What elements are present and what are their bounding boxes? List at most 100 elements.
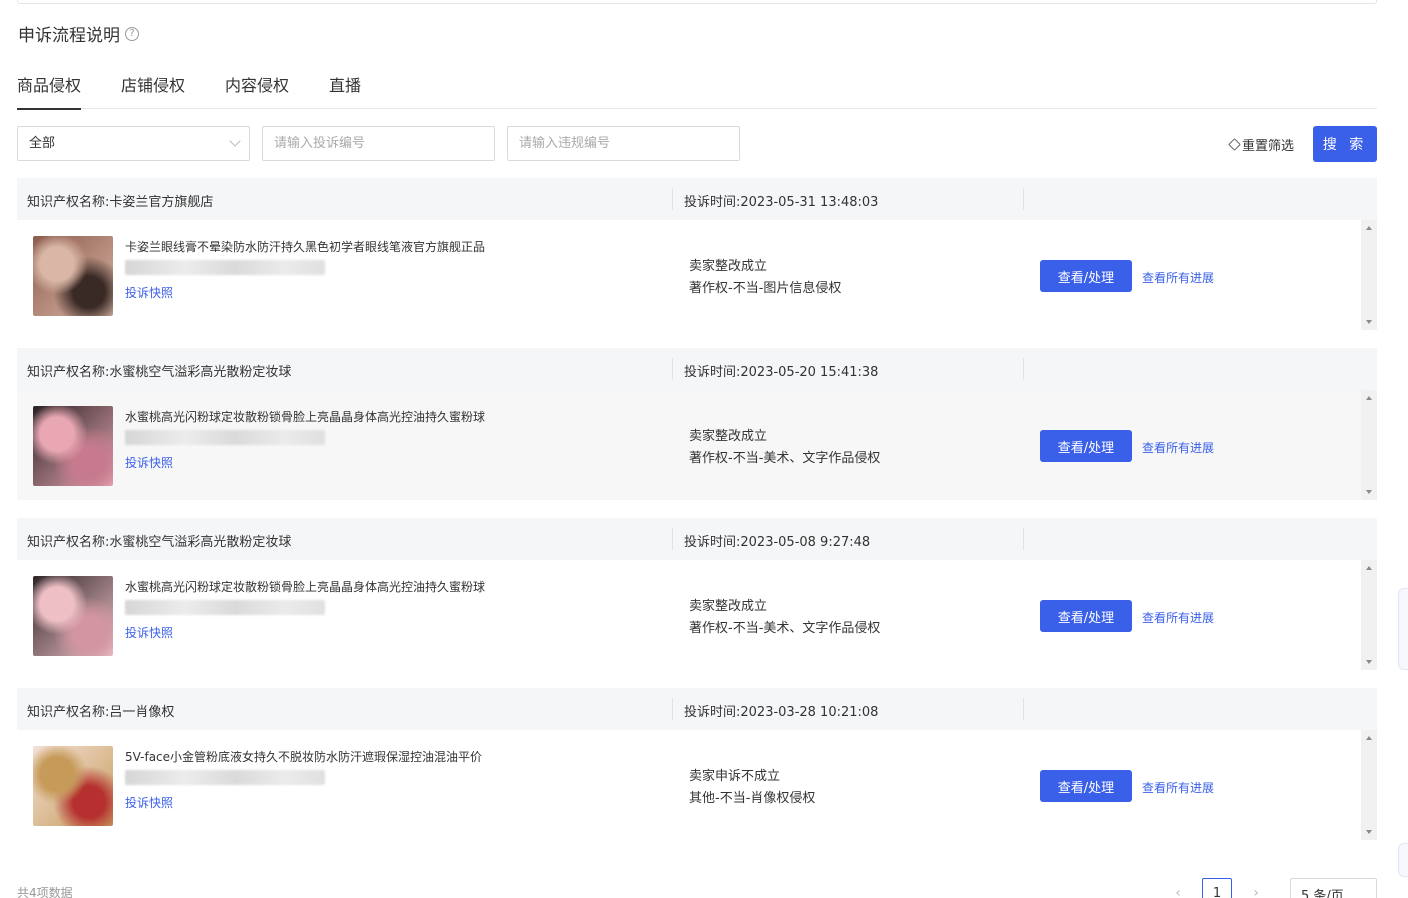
reset-filter-button[interactable]: 重置筛选 xyxy=(1228,135,1295,154)
page-number-current[interactable]: 1 xyxy=(1202,878,1232,898)
header-divider xyxy=(1023,528,1024,550)
scroll-up-icon[interactable] xyxy=(1366,396,1372,400)
complaint-number-input[interactable] xyxy=(262,126,495,161)
scroll-down-icon[interactable] xyxy=(1366,830,1372,834)
complaint-snapshot-link[interactable]: 投诉快照 xyxy=(125,624,173,641)
scroll-up-icon[interactable] xyxy=(1366,226,1372,230)
total-count: 共4项数据 xyxy=(17,886,73,898)
complaint-time: 投诉时间:2023-05-31 13:48:03 xyxy=(684,195,879,210)
product-thumbnail[interactable] xyxy=(33,236,113,316)
record-header: 知识产权名称:卡姿兰官方旗舰店 投诉时间:2023-05-31 13:48:03 xyxy=(17,178,1377,220)
violation-reason: 著作权-不当-美术、文字作品侵权 xyxy=(689,621,881,636)
record-body: 卡姿兰眼线膏不晕染防水防汗持久黑色初学者眼线笔液官方旗舰正品 投诉快照 卖家整改成立… xyxy=(17,220,1377,330)
complaint-snapshot-link[interactable]: 投诉快照 xyxy=(125,794,173,811)
violation-reason: 其他-不当-肖像权侵权 xyxy=(689,791,816,806)
complaint-time: 投诉时间:2023-05-20 15:41:38 xyxy=(684,365,879,380)
redacted-info xyxy=(125,600,325,615)
status-text: 卖家申诉不成立 xyxy=(689,769,781,784)
record-status: 卖家整改成立著作权-不当-美术、文字作品侵权 xyxy=(689,426,880,470)
complaint-snapshot-link[interactable]: 投诉快照 xyxy=(125,284,173,301)
view-all-progress-link[interactable]: 查看所有进展 xyxy=(1142,269,1214,286)
ip-name: 知识产权名称:水蜜桃空气溢彩高光散粉定妆球 xyxy=(27,535,292,550)
product-title[interactable]: 5V-face小金管粉底液女持久不脱妆防水防汗遮瑕保湿控油混油平价 xyxy=(125,748,482,765)
violation-number-input[interactable] xyxy=(507,126,740,161)
redacted-info xyxy=(125,770,325,785)
page-size-select[interactable]: 5 条/页 xyxy=(1290,878,1377,898)
scroll-down-icon[interactable] xyxy=(1366,660,1372,664)
side-float-tab[interactable] xyxy=(1398,588,1408,670)
header-divider xyxy=(1023,358,1024,380)
record-scrollbar[interactable] xyxy=(1361,390,1377,500)
complaint-record: 知识产权名称:水蜜桃空气溢彩高光散粉定妆球 投诉时间:2023-05-08 9:2… xyxy=(17,518,1377,670)
ip-name: 知识产权名称:水蜜桃空气溢彩高光散粉定妆球 xyxy=(27,365,292,380)
violation-reason: 著作权-不当-美术、文字作品侵权 xyxy=(689,451,881,466)
page-title-text: 申诉流程说明 xyxy=(18,26,120,46)
record-status: 卖家整改成立著作权-不当-美术、文字作品侵权 xyxy=(689,596,880,640)
record-header: 知识产权名称:水蜜桃空气溢彩高光散粉定妆球 投诉时间:2023-05-08 9:2… xyxy=(17,518,1377,560)
next-page-button[interactable]: › xyxy=(1246,878,1266,898)
help-circle-icon[interactable]: ? xyxy=(125,26,139,41)
record-body: 水蜜桃高光闪粉球定妆散粉锁骨脸上亮晶晶身体高光控油持久蜜粉球 投诉快照 卖家整改成立… xyxy=(17,560,1377,670)
complaint-time: 投诉时间:2023-03-28 10:21:08 xyxy=(684,705,879,720)
redacted-info xyxy=(125,260,325,275)
prev-page-button[interactable]: ‹ xyxy=(1168,878,1188,898)
top-panel-edge xyxy=(17,0,1377,4)
tab-live[interactable]: 直播 xyxy=(329,68,361,109)
view-handle-button[interactable]: 查看/处理 xyxy=(1040,260,1132,292)
view-all-progress-link[interactable]: 查看所有进展 xyxy=(1142,439,1214,456)
product-thumbnail[interactable] xyxy=(33,576,113,656)
filter-bar: 全部 重置筛选 搜 索 xyxy=(17,126,1377,162)
record-body: 5V-face小金管粉底液女持久不脱妆防水防汗遮瑕保湿控油混油平价 投诉快照 卖家申… xyxy=(17,730,1377,840)
reset-filter-label: 重置筛选 xyxy=(1242,139,1295,154)
ip-name: 知识产权名称:吕一肖像权 xyxy=(27,705,175,720)
product-title[interactable]: 卡姿兰眼线膏不晕染防水防汗持久黑色初学者眼线笔液官方旗舰正品 xyxy=(125,238,485,255)
scroll-up-icon[interactable] xyxy=(1366,736,1372,740)
eraser-icon xyxy=(1228,138,1241,151)
complaint-record: 知识产权名称:水蜜桃空气溢彩高光散粉定妆球 投诉时间:2023-05-20 15:… xyxy=(17,348,1377,500)
violation-reason: 著作权-不当-图片信息侵权 xyxy=(689,281,842,296)
scroll-up-icon[interactable] xyxy=(1366,566,1372,570)
view-all-progress-link[interactable]: 查看所有进展 xyxy=(1142,779,1214,796)
tab-content-infringement[interactable]: 内容侵权 xyxy=(225,68,289,109)
page-title: 申诉流程说明 ? xyxy=(18,21,139,46)
search-button[interactable]: 搜 索 xyxy=(1313,126,1377,162)
header-divider xyxy=(672,698,673,720)
header-divider xyxy=(1023,698,1024,720)
complaint-record: 知识产权名称:吕一肖像权 投诉时间:2023-03-28 10:21:08 5V-f… xyxy=(17,688,1377,840)
tab-bar: 商品侵权 店铺侵权 内容侵权 直播 xyxy=(17,68,1377,110)
complaint-snapshot-link[interactable]: 投诉快照 xyxy=(125,454,173,471)
status-text: 卖家整改成立 xyxy=(689,429,768,444)
chevron-down-icon xyxy=(229,135,241,147)
view-all-progress-link[interactable]: 查看所有进展 xyxy=(1142,609,1214,626)
scroll-down-icon[interactable] xyxy=(1366,490,1372,494)
side-float-tab-small[interactable] xyxy=(1398,843,1408,877)
product-title[interactable]: 水蜜桃高光闪粉球定妆散粉锁骨脸上亮晶晶身体高光控油持久蜜粉球 xyxy=(125,408,485,425)
record-scrollbar[interactable] xyxy=(1361,730,1377,840)
record-scrollbar[interactable] xyxy=(1361,220,1377,330)
record-header: 知识产权名称:水蜜桃空气溢彩高光散粉定妆球 投诉时间:2023-05-20 15:… xyxy=(17,348,1377,390)
product-title[interactable]: 水蜜桃高光闪粉球定妆散粉锁骨脸上亮晶晶身体高光控油持久蜜粉球 xyxy=(125,578,485,595)
view-handle-button[interactable]: 查看/处理 xyxy=(1040,770,1132,802)
redacted-info xyxy=(125,430,325,445)
complaint-time: 投诉时间:2023-05-08 9:27:48 xyxy=(684,535,871,550)
header-divider xyxy=(672,358,673,380)
header-divider xyxy=(672,528,673,550)
complaint-record: 知识产权名称:卡姿兰官方旗舰店 投诉时间:2023-05-31 13:48:03 卡… xyxy=(17,178,1377,330)
pagination: ‹ 1 › xyxy=(1168,878,1266,898)
scroll-down-icon[interactable] xyxy=(1366,320,1372,324)
header-divider xyxy=(1023,188,1024,210)
header-divider xyxy=(672,188,673,210)
record-body: 水蜜桃高光闪粉球定妆散粉锁骨脸上亮晶晶身体高光控油持久蜜粉球 投诉快照 卖家整改成立… xyxy=(17,390,1377,500)
status-text: 卖家整改成立 xyxy=(689,599,768,614)
tab-store-infringement[interactable]: 店铺侵权 xyxy=(121,68,185,109)
record-scrollbar[interactable] xyxy=(1361,560,1377,670)
view-handle-button[interactable]: 查看/处理 xyxy=(1040,600,1132,632)
product-thumbnail[interactable] xyxy=(33,406,113,486)
product-thumbnail[interactable] xyxy=(33,746,113,826)
record-header: 知识产权名称:吕一肖像权 投诉时间:2023-03-28 10:21:08 xyxy=(17,688,1377,730)
view-handle-button[interactable]: 查看/处理 xyxy=(1040,430,1132,462)
tab-product-infringement[interactable]: 商品侵权 xyxy=(17,68,82,110)
type-select[interactable]: 全部 xyxy=(17,126,250,161)
type-select-value: 全部 xyxy=(29,136,56,151)
record-status: 卖家整改成立 著作权-不当-图片信息侵权 xyxy=(689,256,841,300)
